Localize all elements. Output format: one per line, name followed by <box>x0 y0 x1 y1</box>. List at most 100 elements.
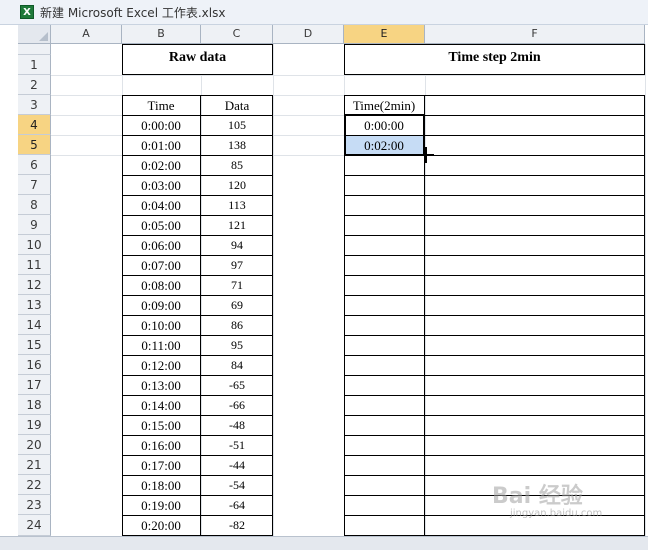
raw-data-cell[interactable]: 94 <box>201 236 273 255</box>
row-header-11[interactable]: 11 <box>18 255 51 275</box>
column-header-f[interactable]: F <box>425 25 645 44</box>
row-header-24[interactable]: 24 <box>18 515 51 536</box>
row-header-23[interactable]: 23 <box>18 495 51 515</box>
raw-time-cell[interactable]: 0:00:00 <box>122 116 200 135</box>
raw-data-cell[interactable]: 138 <box>201 136 273 155</box>
raw-time-cell[interactable]: 0:11:00 <box>122 336 200 355</box>
time-step-row-rule <box>344 375 645 376</box>
raw-time-cell[interactable]: 0:10:00 <box>122 316 200 335</box>
raw-time-cell[interactable]: 0:18:00 <box>122 476 200 495</box>
row-header-2[interactable]: 2 <box>18 75 51 95</box>
raw-time-cell[interactable]: 0:19:00 <box>122 496 200 515</box>
raw-data-cell[interactable]: 97 <box>201 256 273 275</box>
raw-time-cell[interactable]: 0:02:00 <box>122 156 200 175</box>
raw-time-cell[interactable]: 0:15:00 <box>122 416 200 435</box>
raw-data-cell[interactable]: 121 <box>201 216 273 235</box>
time-step-row-rule <box>344 395 645 396</box>
column-header-b[interactable]: B <box>122 25 201 44</box>
time-step-row-rule <box>344 235 645 236</box>
raw-time-cell[interactable]: 0:01:00 <box>122 136 200 155</box>
row-header-9[interactable]: 9 <box>18 215 51 235</box>
time-step-row-rule <box>344 475 645 476</box>
raw-time-cell[interactable]: 0:16:00 <box>122 436 200 455</box>
time-step-row-rule <box>344 315 645 316</box>
fill-handle-cursor-icon-h <box>418 154 434 156</box>
raw-time-header[interactable]: Time <box>122 96 200 115</box>
row-header-3[interactable]: 3 <box>18 95 51 115</box>
raw-data-cell[interactable]: -44 <box>201 456 273 475</box>
raw-data-cell[interactable]: -54 <box>201 476 273 495</box>
column-header-a[interactable]: A <box>51 25 122 44</box>
time-step-cell-e4[interactable]: 0:00:00 <box>344 116 424 135</box>
row-header-7[interactable]: 7 <box>18 175 51 195</box>
raw-data-cell[interactable]: 85 <box>201 156 273 175</box>
raw-time-cell[interactable]: 0:04:00 <box>122 196 200 215</box>
raw-data-cell[interactable]: -48 <box>201 416 273 435</box>
raw-data-cell[interactable]: 69 <box>201 296 273 315</box>
time-step-row-rule <box>344 255 645 256</box>
baidu-watermark-url: jingyan.baidu.com <box>510 508 603 519</box>
raw-time-cell[interactable]: 0:12:00 <box>122 356 200 375</box>
row-header-17[interactable]: 17 <box>18 375 51 395</box>
time-step-row-rule <box>344 295 645 296</box>
time-step-row-rule <box>344 175 645 176</box>
time-step-row-rule <box>344 275 645 276</box>
raw-time-cell[interactable]: 0:20:00 <box>122 516 200 535</box>
column-header-e[interactable]: E <box>344 25 425 44</box>
raw-time-cell[interactable]: 0:17:00 <box>122 456 200 475</box>
raw-time-cell[interactable]: 0:07:00 <box>122 256 200 275</box>
raw-data-cell[interactable]: -66 <box>201 396 273 415</box>
raw-data-cell[interactable]: -51 <box>201 436 273 455</box>
time-step-title: Time step 2min <box>448 50 541 65</box>
time-step-row-rule <box>344 435 645 436</box>
raw-time-cell[interactable]: 0:06:00 <box>122 236 200 255</box>
raw-time-cell[interactable]: 0:13:00 <box>122 376 200 395</box>
row-header-4[interactable]: 4 <box>18 115 51 135</box>
raw-time-cell[interactable]: 0:14:00 <box>122 396 200 415</box>
row-header-18[interactable]: 18 <box>18 395 51 415</box>
raw-time-cell[interactable]: 0:09:00 <box>122 296 200 315</box>
raw-data-cell[interactable]: 113 <box>201 196 273 215</box>
row-header-1[interactable]: 1 <box>18 55 51 75</box>
column-header-c[interactable]: C <box>201 25 273 44</box>
raw-time-cell[interactable]: 0:03:00 <box>122 176 200 195</box>
row-header-19[interactable]: 19 <box>18 415 51 435</box>
gridline-row-2 <box>51 75 645 76</box>
horizontal-scrollbar[interactable] <box>0 536 648 550</box>
window-titlebar: X 新建 Microsoft Excel 工作表.xlsx <box>0 0 648 25</box>
time-step-row-rule <box>344 215 645 216</box>
row-header-12[interactable]: 12 <box>18 275 51 295</box>
row-header-15[interactable]: 15 <box>18 335 51 355</box>
raw-data-cell[interactable]: 71 <box>201 276 273 295</box>
row-header-21[interactable]: 21 <box>18 455 51 475</box>
raw-time-cell[interactable]: 0:08:00 <box>122 276 200 295</box>
raw-time-cell[interactable]: 0:05:00 <box>122 216 200 235</box>
raw-data-cell[interactable]: 105 <box>201 116 273 135</box>
row-header-16[interactable]: 16 <box>18 355 51 375</box>
row-header-5[interactable]: 5 <box>18 135 51 155</box>
raw-data-cell[interactable]: -65 <box>201 376 273 395</box>
row-header-20[interactable]: 20 <box>18 435 51 455</box>
raw-data-cell[interactable]: -64 <box>201 496 273 515</box>
window-title: 新建 Microsoft Excel 工作表.xlsx <box>40 6 226 20</box>
raw-data-cell[interactable]: 86 <box>201 316 273 335</box>
column-header-d[interactable]: D <box>273 25 344 44</box>
gridline-col-d <box>273 44 274 536</box>
time-step-cell-e5[interactable]: 0:02:00 <box>344 136 424 155</box>
raw-data-cell[interactable]: 120 <box>201 176 273 195</box>
row-header-22[interactable]: 22 <box>18 475 51 495</box>
row-header-10[interactable]: 10 <box>18 235 51 255</box>
select-all-corner[interactable] <box>18 25 51 44</box>
baidu-watermark-logo: Bai 经验 <box>492 484 583 509</box>
raw-data-cell[interactable]: 84 <box>201 356 273 375</box>
raw-data-header[interactable]: Data <box>201 96 273 115</box>
row-header-13[interactable]: 13 <box>18 295 51 315</box>
row-header-8[interactable]: 8 <box>18 195 51 215</box>
raw-data-cell[interactable]: -82 <box>201 516 273 535</box>
time-step-row-rule <box>344 455 645 456</box>
raw-data-cell[interactable]: 95 <box>201 336 273 355</box>
row-header-14[interactable]: 14 <box>18 315 51 335</box>
row-header-6[interactable]: 6 <box>18 155 51 175</box>
time-step-header[interactable]: Time(2min) <box>344 96 424 115</box>
select-all-triangle-icon <box>39 32 48 41</box>
